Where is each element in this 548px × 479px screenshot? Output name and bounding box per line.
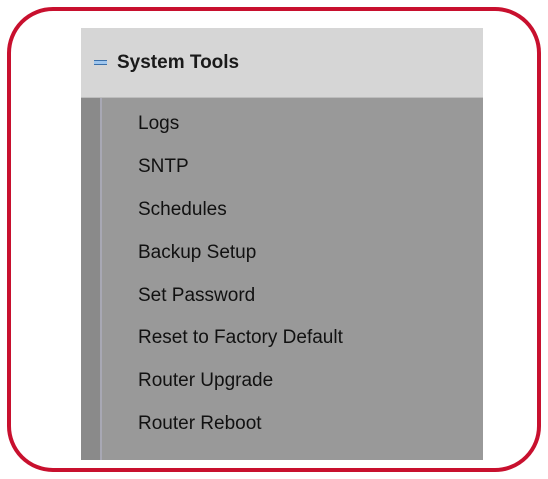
menu-header-system-tools[interactable]: System Tools xyxy=(81,28,483,98)
menu-item-router-reboot[interactable]: Router Reboot xyxy=(102,403,483,446)
menu-item-backup-setup[interactable]: Backup Setup xyxy=(102,231,483,274)
menu-item-set-password[interactable]: Set Password xyxy=(102,274,483,317)
menu-left-rail xyxy=(81,98,102,460)
menu-item-list: Logs SNTP Schedules Backup Setup Set Pas… xyxy=(102,103,483,445)
minus-icon[interactable] xyxy=(94,60,107,65)
menu-item-logs[interactable]: Logs xyxy=(102,103,483,146)
menu-title: System Tools xyxy=(117,51,240,73)
menu-item-router-upgrade[interactable]: Router Upgrade xyxy=(102,360,483,403)
menu-item-reset-factory-default[interactable]: Reset to Factory Default xyxy=(102,317,483,360)
menu-item-schedules[interactable]: Schedules xyxy=(102,189,483,232)
menu-item-sntp[interactable]: SNTP xyxy=(102,146,483,189)
